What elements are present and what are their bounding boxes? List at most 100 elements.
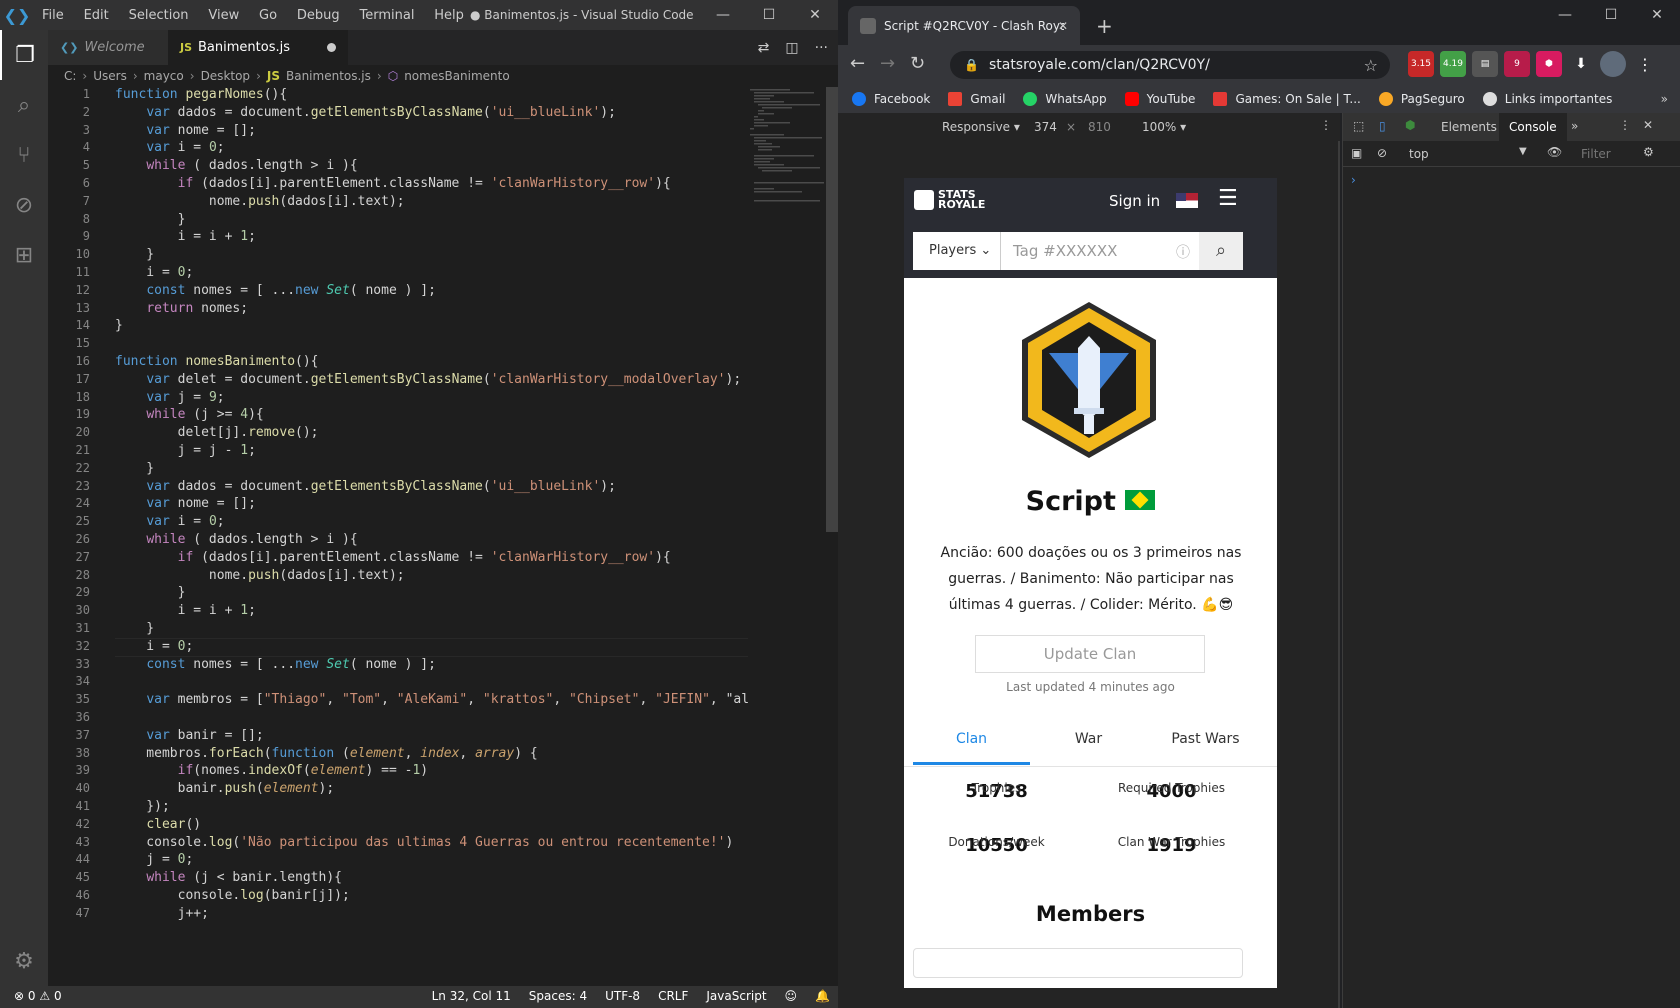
feedback-smiley-icon[interactable]: ☺ <box>785 989 798 1003</box>
console-prompt-icon[interactable]: › <box>1351 173 1356 187</box>
inspect-icon[interactable]: ⬚ <box>1353 119 1364 133</box>
code-line[interactable]: var dados = document.getElementsByClassN… <box>115 479 616 494</box>
code-line[interactable]: } <box>115 247 154 262</box>
code-line[interactable]: j++; <box>115 906 209 921</box>
code-line[interactable]: if (dados[i].parentElement.className != … <box>115 550 671 565</box>
zoom-select[interactable]: 100% ▾ <box>1142 120 1186 134</box>
code-line[interactable]: membros.forEach(function (element, index… <box>115 746 537 761</box>
search-button[interactable]: ⌕ <box>1199 232 1243 270</box>
hamburger-menu-icon[interactable]: ☰ <box>1218 186 1238 211</box>
split-editor-icon[interactable]: ◫ <box>785 40 798 56</box>
context-dropdown-icon[interactable]: ▼ <box>1519 146 1527 157</box>
device-width-input[interactable]: 374 <box>1034 120 1057 134</box>
sidebar-toggle-icon[interactable]: ▣ <box>1351 146 1362 160</box>
code-line[interactable]: while ( dados.length > i ){ <box>115 532 357 547</box>
extensions-icon[interactable]: ⊞ <box>0 230 48 280</box>
code-line[interactable]: j = 0; <box>115 852 193 867</box>
code-line[interactable]: var j = 9; <box>115 390 224 405</box>
code-line[interactable]: i = i + 1; <box>115 603 256 618</box>
reload-icon[interactable]: ↻ <box>910 53 925 74</box>
menu-terminal[interactable]: Terminal <box>360 8 415 23</box>
more-icon[interactable]: ··· <box>815 40 828 56</box>
tab-banimentos[interactable]: JS Banimentos.js <box>168 30 348 65</box>
browser-tab[interactable]: Script #Q2RCV0Y - Clash Royale ✕ <box>848 6 1080 45</box>
menu-help[interactable]: Help <box>434 8 464 23</box>
info-icon[interactable]: ⓘ <box>1176 242 1190 262</box>
close-icon[interactable]: ✕ <box>792 0 838 30</box>
bookmark-facebook[interactable]: Facebook <box>852 92 930 106</box>
extension-badge-icon[interactable]: 3.15 <box>1408 51 1434 77</box>
code-line[interactable]: i = i + 1; <box>115 229 256 244</box>
us-flag-icon[interactable] <box>1176 193 1198 208</box>
code-line[interactable]: if(nomes.indexOf(element) == -1) <box>115 763 429 778</box>
tab-war[interactable]: War <box>1030 731 1147 747</box>
line-ending[interactable]: CRLF <box>658 989 688 1003</box>
tag-search-input[interactable]: Tag #XXXXXX <box>1001 232 1199 270</box>
extension-icon[interactable]: ▤ <box>1472 51 1498 77</box>
code-line[interactable]: while (j < banir.length){ <box>115 870 342 885</box>
bookmark-pagseguro[interactable]: PagSeguro <box>1378 92 1465 106</box>
code-line[interactable]: var nome = []; <box>115 496 256 511</box>
chrome-minimize-icon[interactable]: — <box>1542 0 1588 30</box>
update-clan-button[interactable]: Update Clan <box>975 635 1205 673</box>
code-line[interactable]: function pegarNomes(){ <box>115 87 287 102</box>
search-type-select[interactable]: Players ⌄ <box>913 232 1001 270</box>
extension-badge-icon[interactable]: 9 <box>1504 51 1530 77</box>
code-line[interactable]: var nome = []; <box>115 123 256 138</box>
more-bookmarks-icon[interactable]: » <box>1661 92 1668 106</box>
avatar[interactable] <box>1600 51 1626 77</box>
lock-icon[interactable]: 🔒 <box>964 58 979 72</box>
devtools-close-icon[interactable]: ✕ <box>1643 118 1653 132</box>
problems-indicator[interactable]: ⊗ 0 ⚠ 0 <box>14 989 62 1003</box>
code-line[interactable]: if (dados[i].parentElement.className != … <box>115 176 671 191</box>
code-line[interactable]: console.log(banir[j]); <box>115 888 350 903</box>
code-line[interactable]: var banir = []; <box>115 728 263 743</box>
tab-clan[interactable]: Clan <box>913 731 1030 765</box>
device-toggle-icon[interactable]: ▯ <box>1379 119 1386 133</box>
tab-console[interactable]: Console <box>1499 113 1567 141</box>
menu-view[interactable]: View <box>208 8 239 23</box>
console-filter-input[interactable]: Filter <box>1581 147 1611 161</box>
encoding[interactable]: UTF-8 <box>605 989 640 1003</box>
bookmark-star-icon[interactable]: ☆ <box>1364 56 1378 75</box>
code-line[interactable]: j = j - 1; <box>115 443 256 458</box>
chrome-close-icon[interactable]: ✕ <box>1634 0 1680 30</box>
crumb-symbol[interactable]: nomesBanimento <box>404 69 510 83</box>
code-line[interactable]: var membros = ["Thiago", "Tom", "AleKami… <box>115 692 748 707</box>
code-line[interactable]: console.log('Não participou das ultimas … <box>115 835 733 850</box>
minimap[interactable] <box>748 87 826 207</box>
code-line[interactable]: } <box>115 585 186 600</box>
code-editor[interactable]: 1 function pegarNomes(){2 var dados = doc… <box>48 87 748 986</box>
code-line[interactable]: var dados = document.getElementsByClassN… <box>115 105 616 120</box>
debug-icon[interactable]: ⊘ <box>0 180 48 230</box>
code-line[interactable]: }); <box>115 799 170 814</box>
extension-badge-icon[interactable]: 4.19 <box>1440 51 1466 77</box>
code-line[interactable]: function nomesBanimento(){ <box>115 354 319 369</box>
code-line[interactable]: const nomes = [ ...new Set( nome ) ]; <box>115 283 436 298</box>
crumb-file[interactable]: Banimentos.js <box>286 69 371 83</box>
extension-devtools-icon[interactable]: ⬢ <box>1405 118 1415 132</box>
crumb-drive[interactable]: C: <box>64 69 76 83</box>
code-line[interactable]: var delet = document.getElementsByClassN… <box>115 372 741 387</box>
bookmark-links[interactable]: Links importantes <box>1482 92 1612 106</box>
notifications-bell-icon[interactable]: 🔔 <box>815 989 830 1003</box>
indentation[interactable]: Spaces: 4 <box>529 989 587 1003</box>
tab-close-icon[interactable]: ✕ <box>1058 19 1068 33</box>
signin-link[interactable]: Sign in <box>1109 192 1160 210</box>
code-line[interactable]: var i = 0; <box>115 514 224 529</box>
code-line[interactable]: clear() <box>115 817 201 832</box>
new-tab-icon[interactable]: + <box>1096 14 1113 38</box>
minimize-icon[interactable]: — <box>700 0 746 30</box>
code-line[interactable]: while ( dados.length > i ){ <box>115 158 357 173</box>
unsaved-dot-icon[interactable] <box>327 43 336 52</box>
search-icon[interactable]: ⌕ <box>0 80 48 130</box>
code-line[interactable]: banir.push(element); <box>115 781 335 796</box>
download-icon[interactable]: ⬇ <box>1568 51 1594 77</box>
eye-icon[interactable]: 👁 <box>1547 145 1562 159</box>
code-line[interactable]: while (j >= 4){ <box>115 407 263 422</box>
bookmark-gmail[interactable]: Gmail <box>948 92 1005 106</box>
chrome-menu-icon[interactable]: ⋮ <box>1632 51 1658 77</box>
code-line[interactable]: nome.push(dados[i].text); <box>115 194 405 209</box>
back-icon[interactable]: ← <box>850 53 865 74</box>
tab-past-wars[interactable]: Past Wars <box>1147 731 1264 747</box>
